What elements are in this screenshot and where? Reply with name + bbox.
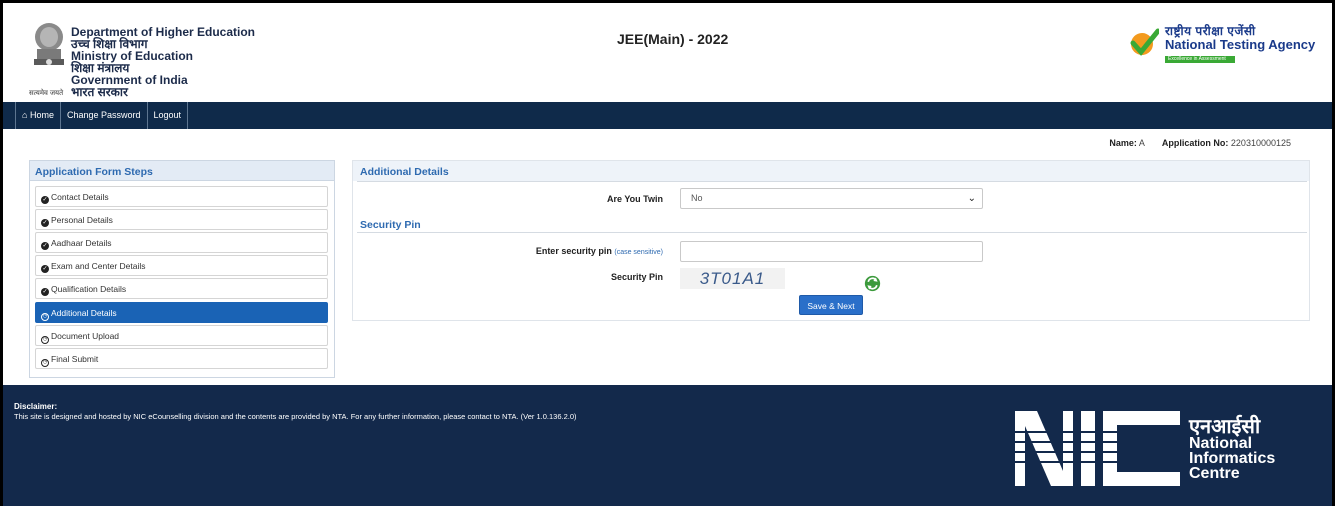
application-no-label: Application No:: [1161, 138, 1229, 148]
step-exam-center-details[interactable]: ✓ Exam and Center Details: [35, 255, 328, 276]
twin-label: Are You Twin: [606, 194, 663, 204]
twin-select-value: No: [691, 193, 703, 203]
refresh-icon[interactable]: [864, 275, 881, 292]
name-label: Name:: [1109, 138, 1137, 148]
chevron-down-icon: ⌄: [967, 193, 976, 204]
department-block: Department of Higher Education उच्च शिक्…: [71, 26, 255, 98]
additional-details-title: Additional Details: [360, 166, 449, 178]
section-header-bg: [353, 161, 1309, 181]
captcha-image: 3T01A1: [680, 268, 785, 289]
home-icon: ⌂: [22, 110, 28, 120]
step-aadhaar-details[interactable]: ✓ Aadhaar Details: [35, 232, 328, 253]
step-additional-details[interactable]: ◷ Additional Details: [35, 302, 328, 323]
nav-change-password[interactable]: Change Password: [61, 102, 148, 129]
sidebar-title: Application Form Steps: [30, 161, 334, 181]
security-pin-input[interactable]: [680, 241, 983, 262]
nta-check-logo-icon: [1130, 28, 1159, 56]
emblem-motto: सत्यमेव जयते: [29, 90, 64, 97]
dept-line: भारत सरकार: [71, 85, 128, 99]
steps-sidebar: Application Form Steps ✓ Contact Details …: [29, 160, 335, 378]
step-label: Exam and Center Details: [51, 261, 146, 271]
nic-logo-icon: [1015, 411, 1180, 486]
nta-tagline: Excellence in Assessment: [1165, 56, 1235, 63]
page-title: JEE(Main) - 2022: [617, 31, 729, 47]
step-document-upload[interactable]: ◷ Document Upload: [35, 325, 328, 346]
top-navbar: ⌂ Home Change Password Logout: [3, 102, 1332, 129]
pin-hint: (case sensitive): [614, 249, 663, 256]
form-panel: Additional Details Are You Twin No ⌄ Sec…: [352, 160, 1310, 321]
nic-line: National: [1189, 435, 1253, 452]
nav-label: Home: [29, 110, 54, 120]
captcha-label: Security Pin: [610, 272, 663, 282]
twin-select[interactable]: No ⌄: [680, 188, 983, 209]
step-label: Additional Details: [51, 308, 117, 318]
check-circle-icon: ✓: [41, 196, 49, 204]
save-next-button[interactable]: Save & Next: [799, 295, 863, 315]
pin-label-wrap: Enter security pin (case sensitive): [503, 246, 663, 256]
step-label: Aadhaar Details: [51, 238, 112, 248]
page-footer: Disclaimer: This site is designed and ho…: [3, 385, 1332, 506]
check-circle-icon: ✓: [41, 288, 49, 296]
name-value: A: [1138, 138, 1145, 148]
clock-icon: ◷: [41, 359, 49, 367]
check-circle-icon: ✓: [41, 242, 49, 250]
page-header: Department of Higher Education उच्च शिक्…: [3, 3, 1332, 102]
step-label: Qualification Details: [51, 284, 127, 294]
step-final-submit[interactable]: ◷ Final Submit: [35, 348, 328, 369]
nic-english-name: National Informatics Centre: [1189, 435, 1276, 482]
state-emblem-icon: [34, 23, 64, 65]
application-no-value: 220310000125: [1230, 138, 1291, 148]
user-info: Name: A Application No: 220310000125: [1109, 138, 1291, 148]
step-qualification-details[interactable]: ✓ Qualification Details: [35, 278, 328, 299]
clock-icon: ◷: [41, 336, 49, 344]
clock-icon: ◷: [41, 313, 49, 321]
check-circle-icon: ✓: [41, 219, 49, 227]
disclaimer-title: Disclaimer:: [14, 402, 58, 411]
nav-logout[interactable]: Logout: [148, 102, 189, 129]
nic-line: Centre: [1189, 465, 1240, 482]
security-pin-title: Security Pin: [360, 219, 421, 231]
step-label: Personal Details: [51, 215, 113, 225]
nic-line: Informatics: [1189, 450, 1276, 467]
step-personal-details[interactable]: ✓ Personal Details: [35, 209, 328, 230]
step-label: Final Submit: [51, 354, 99, 364]
pin-label: Enter security pin: [535, 246, 612, 256]
nta-english-name: National Testing Agency: [1165, 37, 1316, 52]
divider: [357, 181, 1307, 182]
step-label: Contact Details: [51, 192, 109, 202]
step-contact-details[interactable]: ✓ Contact Details: [35, 186, 328, 207]
divider: [357, 232, 1307, 233]
step-label: Document Upload: [51, 331, 120, 341]
nav-home[interactable]: ⌂ Home: [15, 102, 61, 129]
disclaimer-text: This site is designed and hosted by NIC …: [14, 412, 577, 421]
check-circle-icon: ✓: [41, 265, 49, 273]
